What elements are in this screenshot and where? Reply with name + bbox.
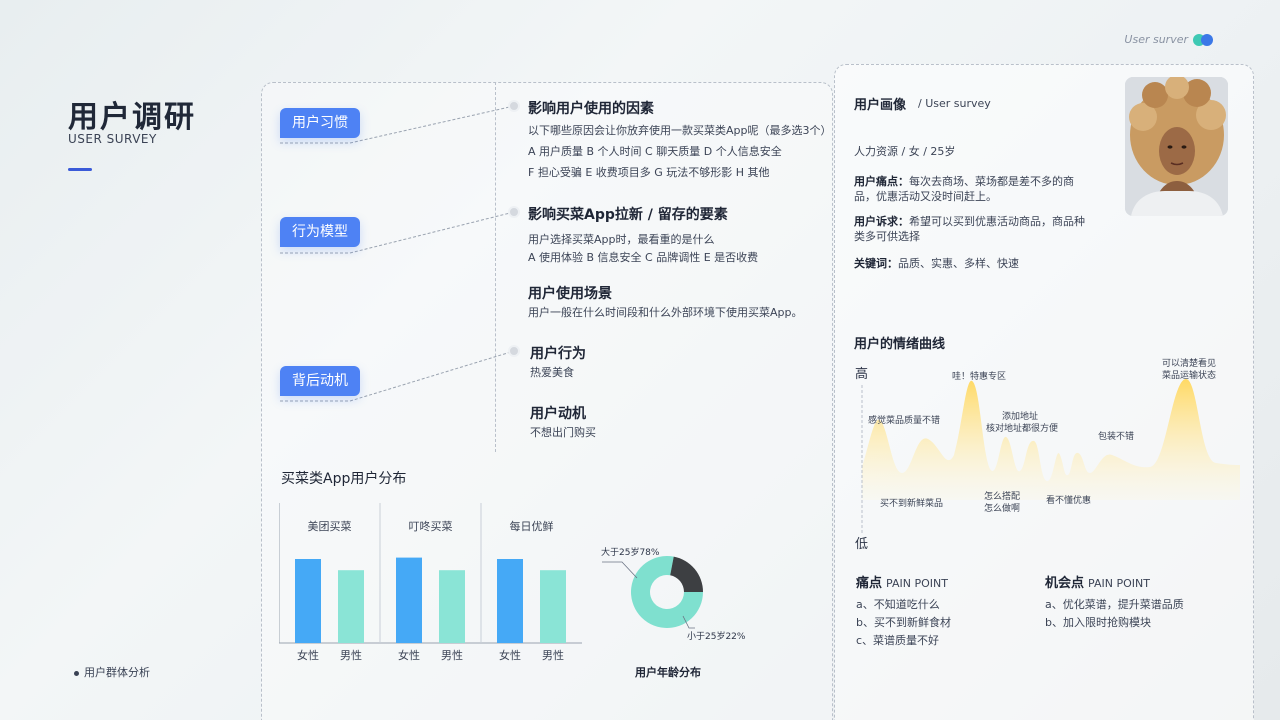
emotion-label: 哇！特惠专区 [952,370,1006,382]
bar-group-title: 每日优鲜 [510,519,554,533]
persona-info: 人力资源 / 女 / 25岁 [854,145,956,158]
section-text: 用户一般在什么时间段和什么外部环境下使用买菜App。 [528,306,803,319]
persona-avatar [1125,77,1228,216]
emotion-label: 可以清楚看见 [1162,357,1216,369]
node-dot [508,206,520,218]
persona-pain: 用户痛点：每次去商场、菜场都是差不多的商品，优惠活动又没时间赶上。 [854,174,1094,204]
page-subtitle: USER SURVEY [68,132,157,146]
donut-label-under25: 小于25岁22% [687,630,746,642]
section-text: F 担心受骗 E 收费项目多 G 玩法不够形影 H 其他 [528,166,770,179]
section-text: 不想出门购买 [530,426,596,439]
pain-point-heading: 痛点 [856,576,883,591]
pain-point-en: PAIN POINT [886,577,948,590]
header-tag: User surver [1124,33,1188,46]
pain-point-title: 痛点 PAIN POINT [856,572,948,591]
persona-keyword-text: 品质、实惠、多样、快速 [898,257,1019,270]
pain-point-item: b、买不到新鲜食材 [856,616,951,629]
bar-category-label: 女性 [297,648,319,662]
bar-female [497,559,523,643]
age-donut-chart: 大于25岁78% 小于25岁22% [601,546,746,642]
bar-category-label: 男性 [542,648,564,662]
pain-point-item: a、不知道吃什么 [856,598,940,611]
emotion-label: 看不懂优惠 [1046,494,1091,506]
blue-dot [1201,34,1213,46]
chance-point-item: a、优化菜谱，提升菜谱品质 [1045,598,1184,611]
brand-dots-icon [1193,34,1215,46]
emotion-label: 怎么做啊 [984,502,1020,514]
bar-male [540,570,566,643]
pill-behavior-model[interactable]: 行为模型 [280,217,360,247]
emotion-label: 买不到新鲜菜品 [880,497,943,509]
emotion-label: 感觉菜品质量不错 [868,414,940,426]
pill-motivation[interactable]: 背后动机 [280,366,360,396]
section-text: 热爱美食 [530,366,574,379]
emotion-label: 菜品运输状态 [1162,369,1216,381]
donut-label-over25: 大于25岁78% [601,546,660,558]
node-dot [508,345,520,357]
persona-subtitle: / User survey [918,97,991,110]
avatar-portrait-icon [1125,77,1228,216]
emotion-label: 包装不错 [1098,430,1134,442]
donut-slice [670,556,703,592]
distribution-title: 买菜类App用户分布 [281,471,407,487]
chance-point-heading: 机会点 [1045,576,1085,591]
persona-demand-label: 用户诉求： [854,215,909,228]
page-title: 用户调研 [68,100,196,135]
age-chart-title: 用户年龄分布 [635,666,701,679]
bar-female [295,559,321,643]
section-title-scenario: 用户使用场景 [528,286,612,302]
emotion-curve-chart: 高 低 感觉菜品质量不错 买不到新鲜菜品 哇！特惠专区 添加地址 核对地址都很方… [855,357,1240,552]
bar-category-label: 男性 [340,648,362,662]
emotion-label: 核对地址都很方便 [986,422,1058,434]
title-underline [68,168,92,171]
bar-category-label: 女性 [499,648,521,662]
section-title-factors: 影响用户使用的因素 [528,101,654,117]
section-text: 用户选择买菜App时，最看重的是什么 [528,233,715,246]
bar-category-label: 女性 [398,648,420,662]
bar-category-label: 男性 [441,648,463,662]
bar-group-title: 叮咚买菜 [409,519,453,533]
chance-point-title: 机会点 PAIN POINT [1045,572,1150,591]
bar-group-title: 美团买菜 [308,520,352,533]
node-dot [508,100,520,112]
gender-bar-chart: 美团买菜女性 男性 叮咚买菜女性 男性 每日优鲜女性 男性 [279,503,582,662]
chance-point-item: b、加入限时抢购模块 [1045,616,1151,629]
section-text: A 使用体验 B 信息安全 C 品牌调性 E 是否收费 [528,251,759,264]
emotion-area [862,379,1240,500]
bar-male [338,570,364,643]
pain-point-item: c、菜谱质量不好 [856,634,940,647]
emotion-title: 用户的情绪曲线 [854,337,946,352]
chance-point-en: PAIN POINT [1088,577,1150,590]
emotion-label: 添加地址 [1002,410,1038,422]
persona-pain-label: 用户痛点： [854,175,909,188]
emotion-low-label: 低 [855,537,868,552]
pill-user-habit[interactable]: 用户习惯 [280,108,360,138]
persona-demand: 用户诉求：希望可以买到优惠活动商品，商品种类多可供选择 [854,214,1094,244]
section-text: A 用户质量 B 个人时间 C 聊天质量 D 个人信息安全 [528,145,782,158]
emotion-label: 怎么搭配 [984,490,1020,502]
persona-keyword-label: 关键词： [854,257,898,270]
section-title-behavior: 用户行为 [530,346,586,362]
section-title-motive: 用户动机 [530,406,586,422]
bar-male [439,570,465,643]
emotion-high-label: 高 [855,366,868,382]
section-text: 以下哪些原因会让你放弃使用一款买菜类App呢（最多选3个） [528,124,832,137]
bar-female [396,557,422,643]
persona-title: 用户画像 [854,98,907,113]
section-title-retention: 影响买菜App拉新 / 留存的要素 [528,207,728,223]
persona-keywords: 关键词：品质、实惠、多样、快速 [854,256,1094,271]
donut-leader-line [602,561,638,579]
footer-note: 用户群体分析 [74,664,150,680]
